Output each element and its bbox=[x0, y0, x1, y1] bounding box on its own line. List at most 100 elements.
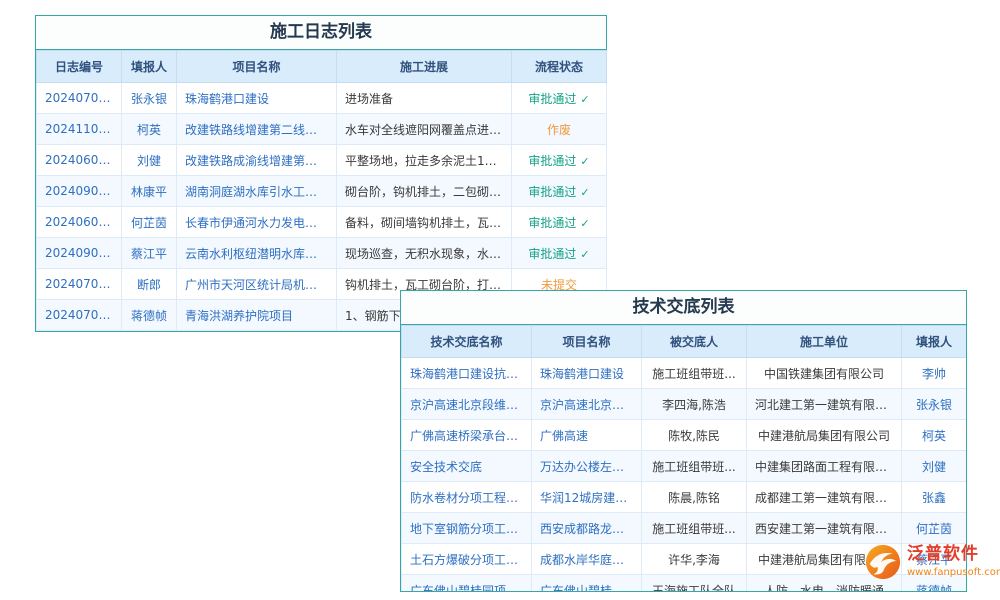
construction-unit-cell: 西安建工第一建筑有限责任公司 bbox=[747, 513, 902, 544]
disclosure-name-link[interactable]: 广佛高速桥梁承台施... bbox=[402, 420, 532, 451]
reporter-cell[interactable]: 断郎 bbox=[122, 269, 177, 300]
project-link[interactable]: 广佛高速 bbox=[532, 420, 642, 451]
construction-log-title: 施工日志列表 bbox=[36, 16, 606, 50]
log-id-cell[interactable]: 2024110002 bbox=[37, 114, 122, 145]
project-link[interactable]: 湖南洞庭湖水库引水工程... bbox=[177, 176, 337, 207]
column-header-status: 流程状态 bbox=[512, 51, 607, 83]
log-id-cell[interactable]: 2024090009 bbox=[37, 176, 122, 207]
fanpu-logo: 泛普软件 www.fanpusoft.com bbox=[864, 543, 1000, 585]
construction-log-window: 施工日志列表 日志编号填报人项目名称施工进展流程状态 2024070011张永银… bbox=[35, 15, 607, 332]
column-header-progress: 施工进展 bbox=[337, 51, 512, 83]
log-id-cell[interactable]: 2024060005 bbox=[37, 207, 122, 238]
reporter-cell[interactable]: 柯英 bbox=[902, 420, 967, 451]
log-id-cell[interactable]: 2024070011 bbox=[37, 269, 122, 300]
disclosure-name-link[interactable]: 安全技术交底 bbox=[402, 451, 532, 482]
table-row[interactable]: 2024090009林康平湖南洞庭湖水库引水工程...砌台阶，钩机排土，二包砌间… bbox=[37, 176, 607, 207]
project-link[interactable]: 西安成都路龙湖上... bbox=[532, 513, 642, 544]
reporter-cell[interactable]: 张永银 bbox=[122, 83, 177, 114]
disclosure-name-link[interactable]: 地下室钢筋分项工程... bbox=[402, 513, 532, 544]
project-link[interactable]: 长春市伊通河水力发电厂... bbox=[177, 207, 337, 238]
table-row[interactable]: 2024060006刘健改建铁路成渝线增建第二...平整场地，拉走多余泥土15辆… bbox=[37, 145, 607, 176]
construction-log-table: 日志编号填报人项目名称施工进展流程状态 2024070011张永银珠海鹤港口建设… bbox=[36, 50, 607, 331]
reporter-cell[interactable]: 蒋德帧 bbox=[122, 300, 177, 331]
disclosure-name-link[interactable]: 广东佛山碧桂园项目... bbox=[402, 575, 532, 593]
status-cell: 审批通过✓ bbox=[512, 207, 607, 238]
disclosed-person-cell: 许华,李海 bbox=[642, 544, 747, 575]
project-link[interactable]: 华润12城房建工... bbox=[532, 482, 642, 513]
check-icon: ✓ bbox=[580, 248, 589, 261]
reporter-cell[interactable]: 刘健 bbox=[902, 451, 967, 482]
table-row[interactable]: 防水卷材分项工程施...华润12城房建工...陈晨,陈铭成都建工第一建筑有限责任… bbox=[402, 482, 967, 513]
disclosed-person-cell: 李四海,陈浩 bbox=[642, 389, 747, 420]
project-link[interactable]: 广州市天河区统计局机房... bbox=[177, 269, 337, 300]
project-link[interactable]: 广东佛山碧桂园项目 bbox=[532, 575, 642, 593]
check-icon: ✓ bbox=[580, 155, 589, 168]
reporter-cell[interactable]: 李帅 bbox=[902, 358, 967, 389]
table-row[interactable]: 地下室钢筋分项工程...西安成都路龙湖上...施工班组带班...西安建工第一建筑… bbox=[402, 513, 967, 544]
fanpu-logo-icon bbox=[864, 543, 902, 585]
disclosed-person-cell: 王海施工队全队 bbox=[642, 575, 747, 593]
column-header-project: 项目名称 bbox=[532, 326, 642, 358]
project-link[interactable]: 京沪高速北京段维修 bbox=[532, 389, 642, 420]
reporter-cell[interactable]: 蔡江平 bbox=[122, 238, 177, 269]
project-link[interactable]: 改建铁路线增建第二线直... bbox=[177, 114, 337, 145]
project-link[interactable]: 珠海鹤港口建设 bbox=[177, 83, 337, 114]
disclosure-name-link[interactable]: 珠海鹤港口建设抗浮... bbox=[402, 358, 532, 389]
project-link[interactable]: 改建铁路成渝线增建第二... bbox=[177, 145, 337, 176]
column-header-unit: 施工单位 bbox=[747, 326, 902, 358]
reporter-cell[interactable]: 何芷茵 bbox=[122, 207, 177, 238]
disclosure-table-header-row: 技术交底名称项目名称被交底人施工单位填报人 bbox=[402, 326, 967, 358]
project-link[interactable]: 万达办公楼左侧A... bbox=[532, 451, 642, 482]
column-header-reporter: 填报人 bbox=[902, 326, 967, 358]
progress-cell: 砌台阶，钩机排土，二包砌间... bbox=[337, 176, 512, 207]
check-icon: ✓ bbox=[580, 93, 589, 106]
tech-disclosure-title: 技术交底列表 bbox=[401, 291, 966, 325]
table-row[interactable]: 2024060005何芷茵长春市伊通河水力发电厂...备料，砌间墙钩机排土，瓦工… bbox=[37, 207, 607, 238]
log-id-cell[interactable]: 2024060006 bbox=[37, 145, 122, 176]
project-link[interactable]: 云南水利枢纽潜明水库一... bbox=[177, 238, 337, 269]
progress-cell: 进场准备 bbox=[337, 83, 512, 114]
column-header-person: 被交底人 bbox=[642, 326, 747, 358]
table-row[interactable]: 广佛高速桥梁承台施...广佛高速陈牧,陈民中建港航局集团有限公司柯英 bbox=[402, 420, 967, 451]
disclosed-person-cell: 施工班组带班... bbox=[642, 451, 747, 482]
disclosure-name-link[interactable]: 京沪高速北京段维修... bbox=[402, 389, 532, 420]
status-text: 作废 bbox=[547, 123, 571, 137]
table-row[interactable]: 珠海鹤港口建设抗浮...珠海鹤港口建设施工班组带班...中国铁建集团有限公司李帅 bbox=[402, 358, 967, 389]
project-link[interactable]: 珠海鹤港口建设 bbox=[532, 358, 642, 389]
disclosed-person-cell: 施工班组带班... bbox=[642, 513, 747, 544]
table-row[interactable]: 2024110002柯英改建铁路线增建第二线直...水车对全线遮阳网覆盖点进行.… bbox=[37, 114, 607, 145]
progress-cell: 平整场地，拉走多余泥土15辆... bbox=[337, 145, 512, 176]
reporter-cell[interactable]: 林康平 bbox=[122, 176, 177, 207]
status-cell: 审批通过✓ bbox=[512, 176, 607, 207]
project-link[interactable]: 青海洪湖养护院项目 bbox=[177, 300, 337, 331]
disclosure-name-link[interactable]: 土石方爆破分项工程... bbox=[402, 544, 532, 575]
log-id-cell[interactable]: 2024090009 bbox=[37, 238, 122, 269]
fanpu-logo-url: www.fanpusoft.com bbox=[907, 567, 1000, 578]
reporter-cell[interactable]: 张永银 bbox=[902, 389, 967, 420]
construction-unit-cell: 中建集团路面工程有限公司 bbox=[747, 451, 902, 482]
status-cell: 作废 bbox=[512, 114, 607, 145]
column-header-reporter: 填报人 bbox=[122, 51, 177, 83]
status-text: 审批通过 bbox=[528, 247, 576, 261]
status-cell: 审批通过✓ bbox=[512, 83, 607, 114]
table-row[interactable]: 2024090009蔡江平云南水利枢纽潜明水库一...现场巡查，无积水现象，水马… bbox=[37, 238, 607, 269]
reporter-cell[interactable]: 何芷茵 bbox=[902, 513, 967, 544]
reporter-cell[interactable]: 柯英 bbox=[122, 114, 177, 145]
column-header-name: 技术交底名称 bbox=[402, 326, 532, 358]
table-row[interactable]: 2024070011张永银珠海鹤港口建设进场准备审批通过✓ bbox=[37, 83, 607, 114]
reporter-cell[interactable]: 刘健 bbox=[122, 145, 177, 176]
table-row[interactable]: 京沪高速北京段维修...京沪高速北京段维修李四海,陈浩河北建工第一建筑有限责任公… bbox=[402, 389, 967, 420]
table-row[interactable]: 安全技术交底万达办公楼左侧A...施工班组带班...中建集团路面工程有限公司刘健 bbox=[402, 451, 967, 482]
reporter-cell[interactable]: 张鑫 bbox=[902, 482, 967, 513]
disclosed-person-cell: 施工班组带班... bbox=[642, 358, 747, 389]
fanpu-logo-text: 泛普软件 www.fanpusoft.com bbox=[907, 543, 1000, 578]
disclosure-name-link[interactable]: 防水卷材分项工程施... bbox=[402, 482, 532, 513]
log-table-header-row: 日志编号填报人项目名称施工进展流程状态 bbox=[37, 51, 607, 83]
check-icon: ✓ bbox=[580, 186, 589, 199]
project-link[interactable]: 成都水岸华庭名苑... bbox=[532, 544, 642, 575]
log-id-cell[interactable]: 2024070009 bbox=[37, 300, 122, 331]
log-id-cell[interactable]: 2024070011 bbox=[37, 83, 122, 114]
column-header-project: 项目名称 bbox=[177, 51, 337, 83]
progress-cell: 现场巡查，无积水现象，水马... bbox=[337, 238, 512, 269]
construction-unit-cell: 河北建工第一建筑有限责任公司 bbox=[747, 389, 902, 420]
